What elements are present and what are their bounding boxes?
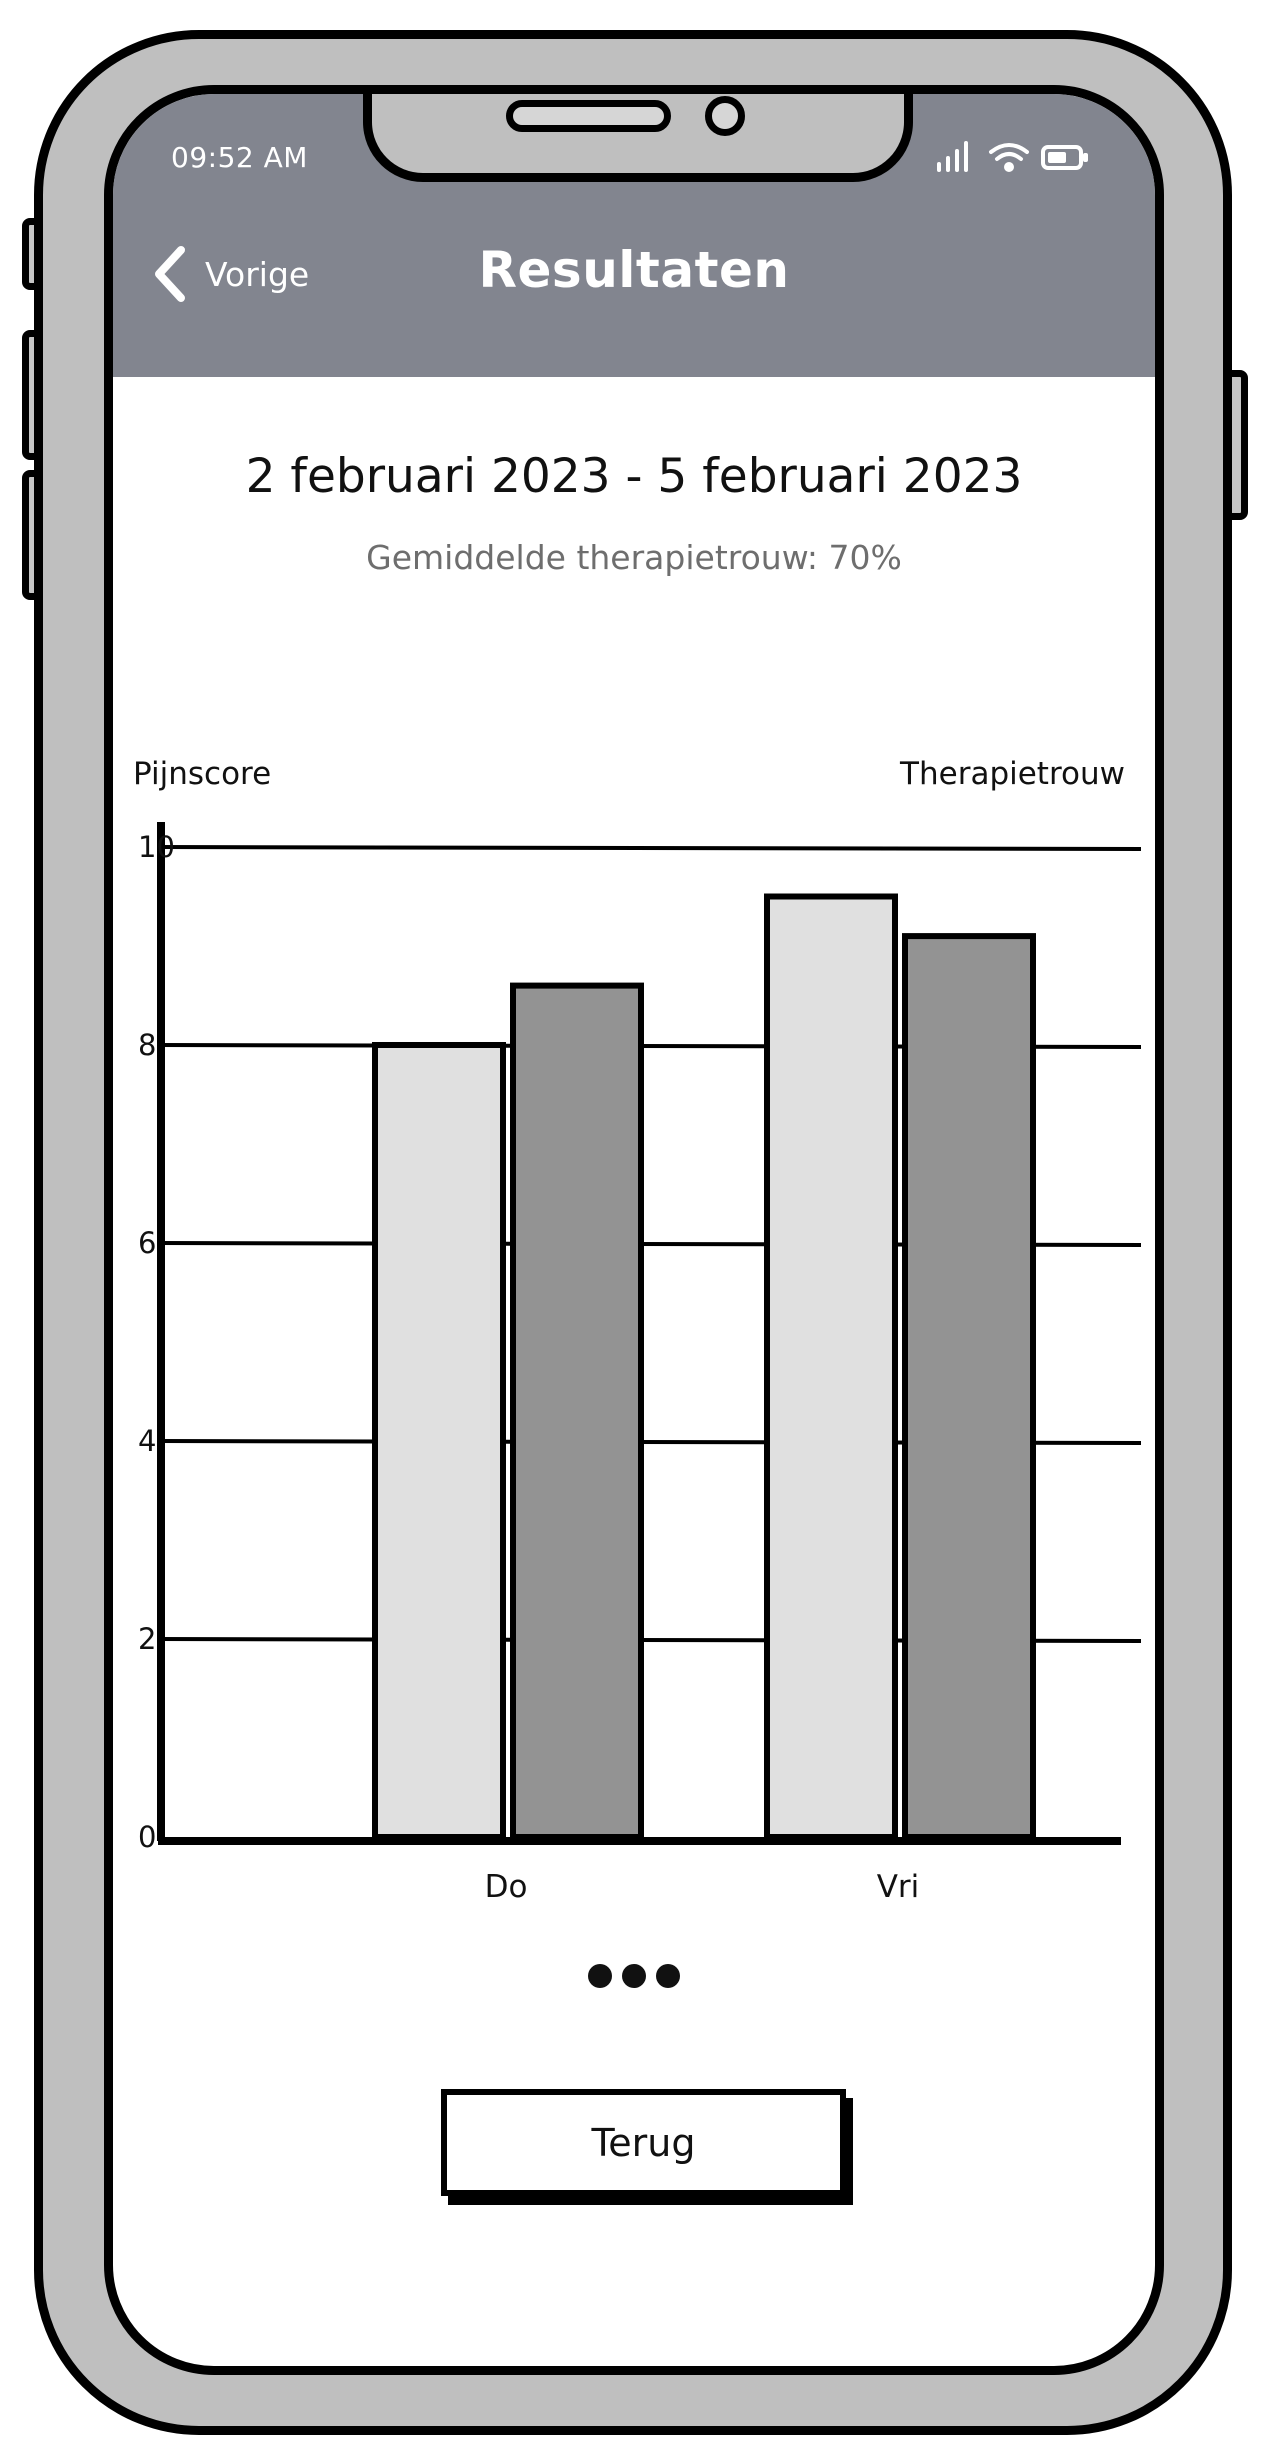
chart-bar bbox=[372, 1042, 506, 1840]
y-tick-label: 6 bbox=[138, 1226, 156, 1260]
phone-notch bbox=[363, 94, 913, 182]
x-tick-labels: Do Vri bbox=[485, 1869, 920, 1905]
terug-button[interactable]: Terug bbox=[441, 2089, 846, 2196]
y-tick-labels: 0 2 4 6 8 10 bbox=[138, 830, 175, 1854]
phone-screen: 09:52 AM Vorige Resultaten 2 februari 20… bbox=[104, 85, 1164, 2375]
battery-icon bbox=[1041, 145, 1088, 170]
chart-bar bbox=[764, 893, 898, 1840]
front-camera bbox=[705, 96, 745, 136]
gridline bbox=[157, 845, 1142, 851]
mockup-stage: 09:52 AM Vorige Resultaten 2 februari 20… bbox=[0, 0, 1267, 2464]
y-tick-label: 8 bbox=[138, 1028, 156, 1062]
status-icons bbox=[937, 141, 1088, 172]
chart-bar bbox=[510, 982, 644, 1841]
speaker-grille bbox=[506, 100, 671, 132]
y-tick-label: 0 bbox=[138, 1820, 156, 1854]
average-adherence: Gemiddelde therapietrouw: 70% bbox=[366, 538, 902, 577]
more-dot bbox=[588, 1964, 612, 1988]
more-dot bbox=[622, 1964, 646, 1988]
chart-bars bbox=[372, 893, 1036, 1841]
more-indicator bbox=[113, 1964, 1155, 1988]
y-tick-label: 10 bbox=[138, 830, 175, 864]
x-tick-label: Vri bbox=[877, 1869, 920, 1905]
y-tick-label: 2 bbox=[138, 1622, 156, 1656]
results-bar-chart: Pijnscore Therapietrouw 0 2 4 6 8 10 Do Vri bbox=[133, 756, 1142, 1905]
wifi-icon bbox=[989, 143, 1029, 172]
date-range: 2 februari 2023 - 5 februari 2023 bbox=[245, 449, 1023, 504]
more-dot bbox=[656, 1964, 680, 1988]
chart-bar bbox=[902, 933, 1036, 1841]
y-axis-label-left: Pijnscore bbox=[133, 756, 271, 792]
y-tick-label: 4 bbox=[138, 1424, 156, 1458]
app-header: 09:52 AM Vorige Resultaten bbox=[113, 94, 1155, 377]
signal-icon bbox=[937, 141, 968, 172]
status-time: 09:52 AM bbox=[171, 141, 308, 174]
page-title: Resultaten bbox=[478, 241, 790, 299]
y-axis-label-right: Therapietrouw bbox=[899, 756, 1125, 792]
x-tick-label: Do bbox=[485, 1869, 528, 1905]
